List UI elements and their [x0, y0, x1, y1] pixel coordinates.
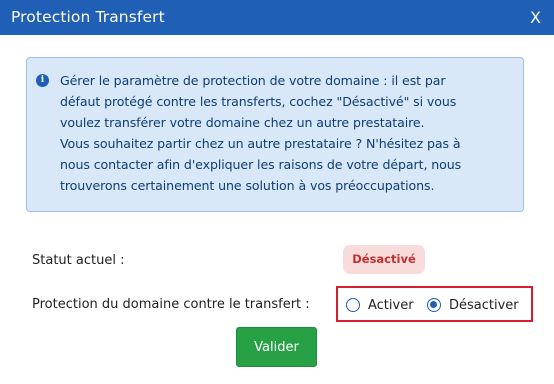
info-line: défaut protégé contre les transferts, co…: [60, 94, 457, 109]
validate-button[interactable]: Valider: [236, 327, 317, 367]
protection-transfer-dialog: Protection Transfert X i Gérer le paramè…: [0, 0, 554, 384]
radio-activer-label[interactable]: Activer: [368, 298, 414, 313]
info-line: trouverons certainement une solution à v…: [60, 178, 435, 193]
protection-radio-group: Activer Désactiver: [336, 286, 533, 322]
info-line: Gérer le paramètre de protection de votr…: [60, 73, 446, 88]
close-button[interactable]: X: [530, 8, 541, 27]
radio-desactiver[interactable]: [427, 298, 441, 312]
protection-label: Protection du domaine contre le transfer…: [32, 297, 310, 312]
dialog-title: Protection Transfert: [11, 8, 165, 26]
dialog-header: Protection Transfert X: [0, 0, 554, 35]
info-alert: i Gérer le paramètre de protection de vo…: [26, 57, 524, 212]
info-text: Gérer le paramètre de protection de votr…: [60, 70, 520, 196]
status-label: Statut actuel :: [32, 253, 125, 268]
info-line: Vous souhaitez partir chez un autre pres…: [60, 136, 461, 151]
radio-desactiver-label[interactable]: Désactiver: [449, 298, 519, 313]
status-badge: Désactivé: [343, 245, 425, 274]
info-line: voulez transférer votre domaine chez un …: [60, 115, 425, 130]
info-line: nous contacter afin d'expliquer les rais…: [60, 157, 462, 172]
radio-activer[interactable]: [346, 298, 360, 312]
info-circle-icon: i: [36, 74, 49, 87]
